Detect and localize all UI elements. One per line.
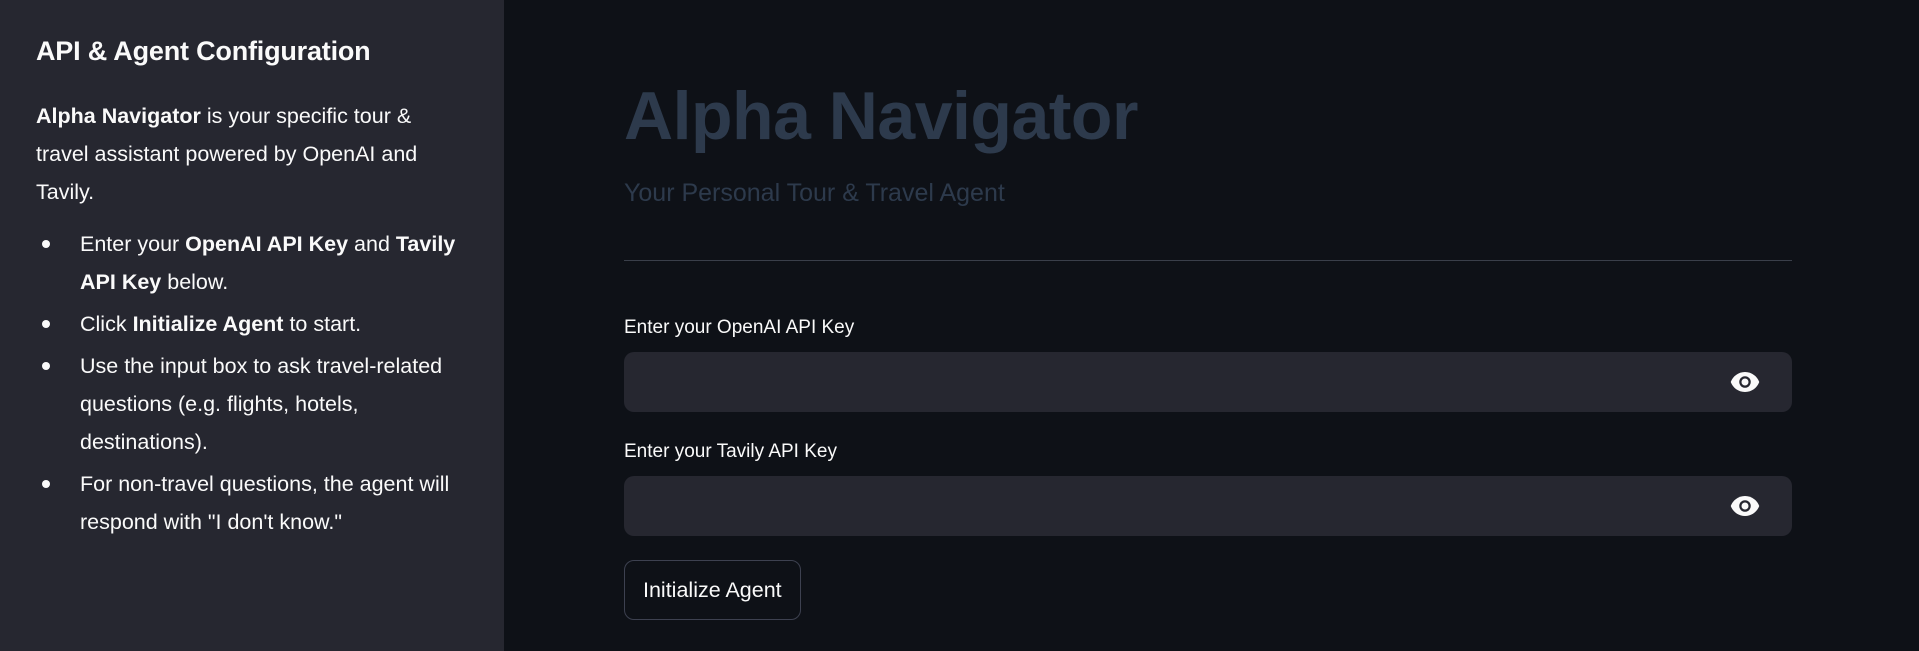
- page-title: Alpha Navigator: [624, 78, 1138, 154]
- list-item: For non-travel questions, the agent will…: [36, 465, 468, 541]
- tavily-key-field-group: Enter your Tavily API Key: [624, 440, 1792, 536]
- bullet-icon: [42, 320, 50, 328]
- list-item-text: below.: [161, 270, 229, 294]
- list-item-text: and: [348, 232, 396, 256]
- tavily-key-label: Enter your Tavily API Key: [624, 441, 837, 462]
- sidebar-intro: Alpha Navigator is your specific tour & …: [36, 97, 468, 211]
- eye-icon[interactable]: [1730, 494, 1760, 518]
- page-subtitle: Your Personal Tour & Travel Agent: [624, 179, 1005, 207]
- bullet-icon: [42, 240, 50, 248]
- tavily-key-input-wrapper: [624, 476, 1792, 536]
- openai-key-input[interactable]: [624, 352, 1792, 412]
- list-item-bold: Initialize Agent: [132, 312, 284, 336]
- sidebar: API & Agent Configuration Alpha Navigato…: [0, 0, 504, 651]
- sidebar-title: API & Agent Configuration: [36, 36, 371, 66]
- bullet-icon: [42, 480, 50, 488]
- app-window: API & Agent Configuration Alpha Navigato…: [0, 0, 1919, 651]
- sidebar-intro-app-name: Alpha Navigator: [36, 104, 201, 128]
- list-item: Click Initialize Agent to start.: [36, 305, 468, 343]
- sidebar-instructions-list: Enter your OpenAI API Key and Tavily API…: [36, 225, 468, 541]
- list-item-text: For non-travel questions, the agent will…: [80, 472, 450, 534]
- list-item-text: Use the input box to ask travel-related …: [80, 354, 443, 454]
- list-item-text: Enter your: [80, 232, 186, 256]
- divider: [624, 260, 1792, 261]
- initialize-agent-button[interactable]: Initialize Agent: [624, 560, 801, 620]
- main-content: Alpha Navigator Your Personal Tour & Tra…: [504, 0, 1919, 651]
- eye-icon[interactable]: [1730, 370, 1760, 394]
- openai-key-label: Enter your OpenAI API Key: [624, 317, 855, 338]
- tavily-key-input[interactable]: [624, 476, 1792, 536]
- list-item-text: to start.: [283, 312, 362, 336]
- openai-key-input-wrapper: [624, 352, 1792, 412]
- list-item: Use the input box to ask travel-related …: [36, 347, 468, 461]
- bullet-icon: [42, 362, 50, 370]
- openai-key-field-group: Enter your OpenAI API Key: [624, 316, 1792, 412]
- list-item-text: Click: [80, 312, 133, 336]
- list-item: Enter your OpenAI API Key and Tavily API…: [36, 225, 468, 301]
- list-item-bold: OpenAI API Key: [185, 232, 349, 256]
- content-block: Alpha Navigator Your Personal Tour & Tra…: [624, 0, 1792, 620]
